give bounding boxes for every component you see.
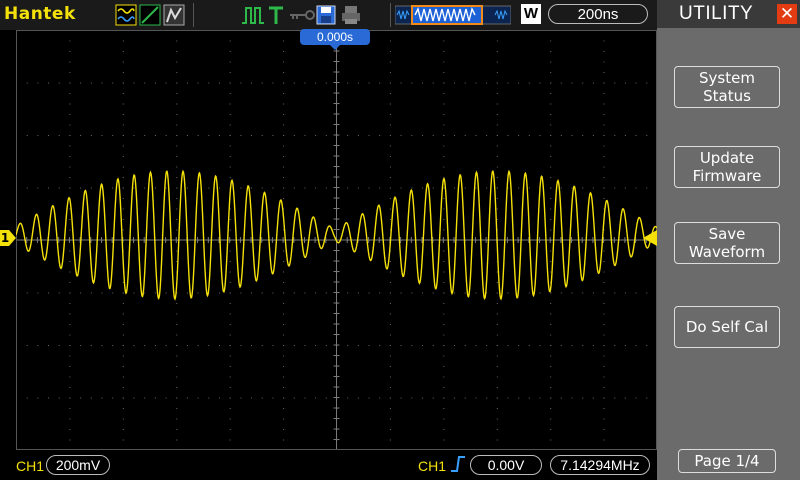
button-label: Save	[708, 225, 746, 243]
ch1-marker-label: 1	[0, 231, 10, 245]
system-status-button[interactable]: System Status	[674, 66, 780, 108]
button-label: Waveform	[688, 243, 766, 261]
trigger-position-marker[interactable]: 0.000s	[300, 29, 370, 50]
waveform-display[interactable]	[15, 29, 658, 451]
mode-icons[interactable]	[115, 4, 191, 26]
trigger-time-label: 0.000s	[316, 30, 354, 44]
button-label: Status	[703, 87, 751, 105]
cursor-icon	[163, 4, 185, 26]
ch1-scale-readout[interactable]: 200mV	[46, 455, 110, 475]
menu-header: UTILITY ✕	[657, 0, 800, 28]
trigger-t-icon[interactable]	[266, 4, 286, 26]
button-label: System	[699, 69, 755, 87]
button-label: Firmware	[692, 167, 762, 185]
divider	[390, 3, 391, 27]
self-calibration-button[interactable]: Do Self Cal	[674, 306, 780, 348]
close-icon[interactable]: ✕	[777, 4, 797, 24]
waveform-icon	[115, 4, 137, 26]
ch1-label[interactable]: CH1	[16, 458, 44, 474]
trigger-level-marker[interactable]	[643, 230, 657, 246]
print-icon[interactable]	[340, 4, 362, 26]
button-label: Update	[699, 149, 755, 167]
ch1-ground-marker[interactable]: 1	[0, 230, 16, 246]
update-firmware-button[interactable]: Update Firmware	[674, 146, 780, 188]
side-menu: UTILITY ✕ System Status Update Firmware …	[657, 0, 800, 480]
brand-logo: Hantek	[4, 4, 76, 24]
frequency-readout: 7.14294MHz	[550, 455, 650, 475]
key-icon	[290, 10, 315, 20]
save-icon[interactable]	[315, 4, 337, 26]
button-label: Do Self Cal	[685, 318, 769, 336]
memory-depth-icon	[395, 5, 511, 25]
acquire-mode-badge[interactable]: W	[521, 4, 541, 24]
slope-icon	[139, 4, 161, 26]
menu-title: UTILITY	[679, 3, 754, 24]
trigger-source-label[interactable]: CH1	[418, 458, 446, 474]
timebase-readout[interactable]: 200ns	[548, 4, 648, 24]
top-status-bar: Hantek W 200ns	[0, 0, 657, 30]
rising-edge-icon	[451, 456, 465, 472]
divider	[193, 3, 194, 27]
save-waveform-button[interactable]: Save Waveform	[674, 222, 780, 264]
pulse-icon[interactable]	[240, 4, 266, 26]
waveform-graticule	[15, 29, 658, 451]
page-indicator-button[interactable]: Page 1/4	[678, 449, 776, 473]
trigger-level-readout[interactable]: 0.00V	[470, 455, 542, 475]
